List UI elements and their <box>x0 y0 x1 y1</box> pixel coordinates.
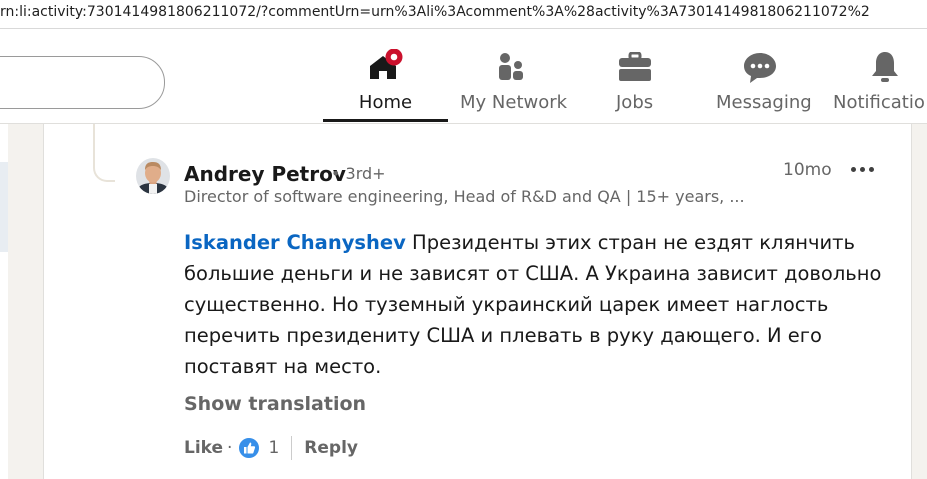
nav-notifications[interactable]: Notificatio <box>823 29 927 124</box>
dot-icon <box>868 166 874 172</box>
active-tab-indicator <box>323 119 448 122</box>
nav-messaging-label: Messaging <box>716 92 812 113</box>
nav-notifications-label: Notificatio <box>833 92 925 113</box>
connection-degree: • 3rd+ <box>331 164 386 183</box>
nav-home-label: Home <box>358 92 413 113</box>
comment-actions: Like · 1 Reply <box>184 436 358 460</box>
dot-icon <box>850 166 856 172</box>
avatar[interactable] <box>136 158 170 194</box>
comment-timestamp: 10mo <box>783 160 832 180</box>
comment-text: Iskander Chanyshev Президенты этих стран… <box>184 227 884 382</box>
thumbs-up-icon[interactable] <box>238 437 261 459</box>
url-text[interactable]: rn:li:activity:7301414981806211072/?comm… <box>0 4 870 20</box>
author-headline: Director of software engineering, Head o… <box>184 187 745 206</box>
like-button[interactable]: Like <box>184 438 223 458</box>
nav-my-network-label: My Network <box>460 92 568 113</box>
bell-icon <box>867 49 903 85</box>
more-options-button[interactable] <box>848 156 876 182</box>
reaction-count[interactable]: 1 <box>268 438 279 458</box>
dot-icon <box>859 166 865 172</box>
top-nav-bar: Home My Network Jobs Messaging Notificat… <box>0 29 927 124</box>
reply-button[interactable]: Reply <box>304 438 358 458</box>
network-icon <box>492 49 528 85</box>
comment-thread-line <box>93 124 115 182</box>
messaging-icon <box>742 49 778 85</box>
nav-jobs[interactable]: Jobs <box>573 29 698 124</box>
home-icon <box>367 49 403 85</box>
briefcase-icon <box>617 49 653 85</box>
nav-messaging[interactable]: Messaging <box>698 29 823 124</box>
action-divider <box>291 436 293 460</box>
nav-jobs-label: Jobs <box>616 92 654 113</box>
separator-dot: · <box>227 438 233 458</box>
comment-author-name[interactable]: Andrey Petrov <box>184 162 346 186</box>
mention-link[interactable]: Iskander Chanyshev <box>184 231 406 254</box>
nav-home[interactable]: Home <box>323 29 448 124</box>
browser-url-bar[interactable]: rn:li:activity:7301414981806211072/?comm… <box>0 0 927 29</box>
search-input[interactable] <box>0 56 165 109</box>
left-sidebar-accent <box>0 162 8 252</box>
nav-my-network[interactable]: My Network <box>448 29 573 124</box>
show-translation-button[interactable]: Show translation <box>184 393 366 415</box>
